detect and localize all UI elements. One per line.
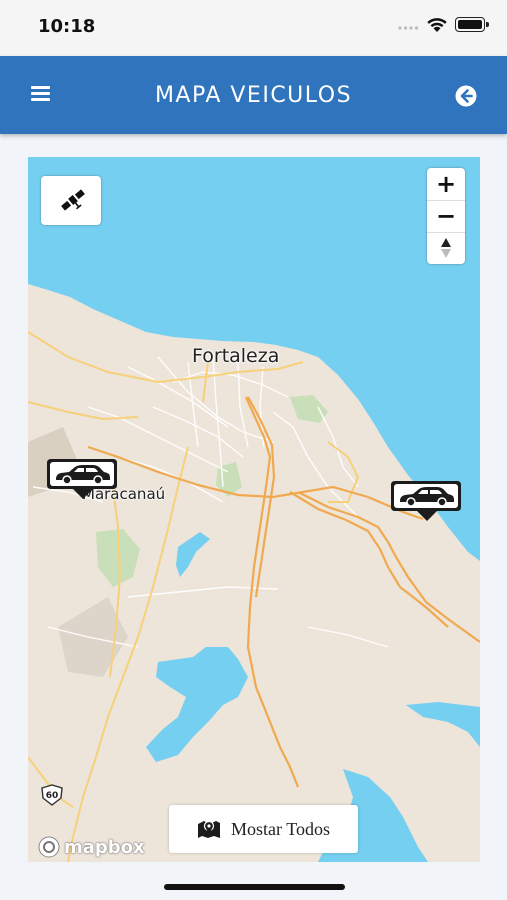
minus-icon: −	[435, 202, 457, 230]
mapbox-attribution[interactable]: mapbox	[37, 834, 145, 860]
back-button[interactable]	[454, 84, 478, 108]
road-shield: 60	[41, 784, 63, 806]
vehicle-map[interactable]: + − Fortaleza Maracanaú 60 mapbox	[28, 157, 480, 862]
plus-icon: +	[435, 170, 457, 198]
vehicle-marker[interactable]	[47, 457, 119, 503]
satellite-toggle-button[interactable]	[41, 176, 101, 225]
map-marker-icon	[198, 820, 221, 838]
mapbox-logo-icon	[38, 836, 60, 858]
road-shield-label: 60	[46, 791, 59, 801]
page-title: MAPA VEICULOS	[154, 83, 353, 108]
status-bar: 10:18	[0, 0, 507, 56]
show-all-button[interactable]: Mostar Todos	[169, 805, 358, 853]
zoom-controls: + −	[427, 168, 465, 264]
compass-button[interactable]	[427, 232, 465, 264]
zoom-out-button[interactable]: −	[427, 200, 465, 233]
home-indicator[interactable]	[164, 884, 345, 890]
wifi-icon	[427, 18, 447, 32]
city-label-fortaleza: Fortaleza	[192, 345, 280, 367]
cellular-signal-icon	[398, 26, 419, 30]
app-bar: MAPA VEICULOS	[0, 56, 507, 134]
mapbox-wordmark: mapbox	[64, 836, 145, 858]
battery-icon	[455, 17, 489, 32]
status-time: 10:18	[38, 16, 96, 37]
satellite-icon	[61, 189, 85, 211]
show-all-label: Mostar Todos	[231, 818, 330, 839]
zoom-in-button[interactable]: +	[427, 168, 465, 201]
compass-icon	[441, 238, 451, 258]
vehicle-marker[interactable]	[391, 479, 463, 525]
